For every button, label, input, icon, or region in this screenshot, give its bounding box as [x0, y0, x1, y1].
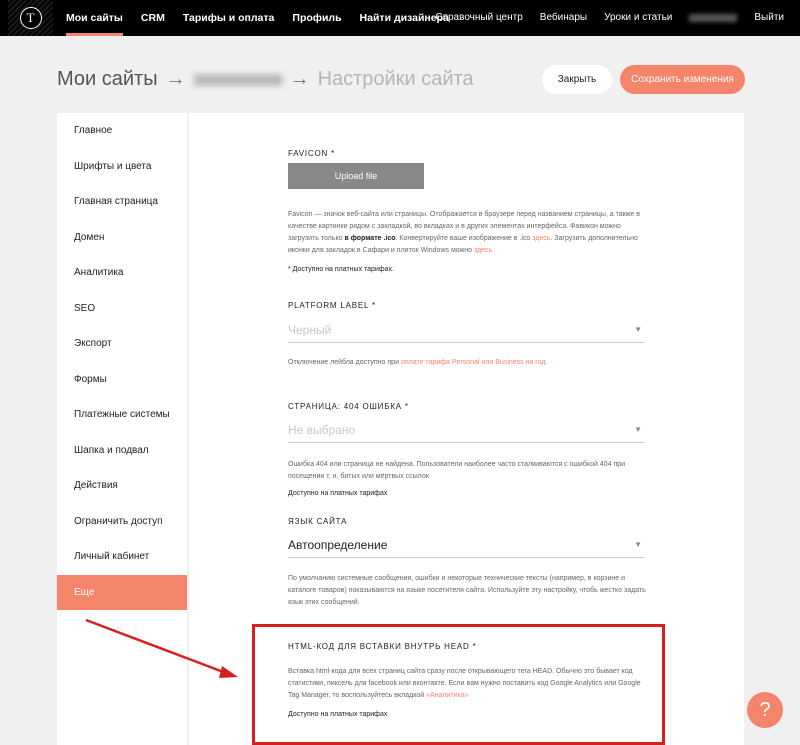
sidebar-item-fonts-colors[interactable]: Шрифты и цвета — [57, 149, 187, 185]
nav-left: Мои сайты CRM Тарифы и оплата Профиль На… — [66, 0, 467, 36]
sidebar-item-domain[interactable]: Домен — [57, 220, 187, 256]
nav-logout[interactable]: Выйти — [754, 0, 784, 36]
breadcrumb-arrow-icon: → — [289, 68, 310, 90]
language-value: Автоопределение — [288, 537, 388, 552]
sidebar-item-personal-account[interactable]: Личный кабинет — [57, 539, 187, 575]
platform-label-description: Отключение лейбла доступно при оплате та… — [288, 359, 548, 366]
blurred-username — [689, 14, 738, 22]
page404-select[interactable]: Не выбрано ▼ — [288, 417, 644, 443]
favicon-description: Favicon — значок веб-сайта или страницы.… — [288, 211, 640, 254]
favicon-note: * Доступно на платных тарифах. — [288, 266, 394, 273]
language-description: По умолчанию системные сообщения, ошибки… — [288, 575, 646, 606]
breadcrumb-my-sites[interactable]: Мои сайты — [57, 68, 158, 91]
sidebar-item-more[interactable]: Еще — [57, 574, 187, 610]
breadcrumb-blurred-site-name[interactable] — [193, 73, 282, 86]
top-navigation: T Мои сайты CRM Тарифы и оплата Профиль … — [0, 0, 800, 36]
sidebar-item-actions[interactable]: Действия — [57, 468, 187, 504]
sidebar-item-export[interactable]: Экспорт — [57, 326, 187, 362]
tilda-logo[interactable]: T — [8, 0, 53, 36]
nav-crm[interactable]: CRM — [141, 0, 165, 36]
upload-file-button[interactable]: Upload file — [288, 163, 424, 189]
nav-plans[interactable]: Тарифы и оплата — [183, 0, 275, 36]
page404-description: Ошибка 404 или страница не найдена. Поль… — [288, 461, 626, 480]
breadcrumb: Мои сайты → → Настройки сайта — [57, 68, 474, 91]
save-changes-button[interactable]: Сохранить изменения — [620, 65, 745, 94]
page404-note: Доступно на платных тарифах — [288, 490, 388, 497]
sidebar-item-forms[interactable]: Формы — [57, 362, 187, 398]
sidebar-item-header-footer[interactable]: Шапка и подвал — [57, 433, 187, 469]
nav-profile[interactable]: Профиль — [292, 0, 341, 36]
nav-webinars[interactable]: Вебинары — [540, 0, 587, 36]
nav-my-sites[interactable]: Мои сайты — [66, 0, 123, 36]
chevron-down-icon: ▼ — [634, 540, 642, 549]
settings-sidebar: Главное Шрифты и цвета Главная страница … — [57, 113, 187, 745]
breadcrumb-current: Настройки сайта — [317, 68, 474, 90]
annotation-highlight-box — [252, 624, 665, 745]
language-label: ЯЗЫК САЙТА — [288, 517, 348, 526]
platform-label-select[interactable]: Черный ▼ — [288, 317, 644, 343]
close-button[interactable]: Закрыть — [542, 65, 612, 94]
chevron-down-icon: ▼ — [634, 325, 642, 334]
page404-value: Не выбрано — [288, 422, 356, 437]
nav-lessons[interactable]: Уроки и статьи — [604, 0, 672, 36]
sidebar-item-home-page[interactable]: Главная страница — [57, 184, 187, 220]
language-select[interactable]: Автоопределение ▼ — [288, 532, 644, 558]
sidebar-item-main[interactable]: Главное — [57, 113, 187, 149]
sidebar-item-analytics[interactable]: Аналитика — [57, 255, 187, 291]
convert-ico-link[interactable]: здесь — [532, 235, 550, 242]
sidebar-item-seo[interactable]: SEO — [57, 291, 187, 327]
breadcrumb-arrow-icon: → — [165, 68, 186, 90]
nav-right: Справочный центр Вебинары Уроки и статьи… — [418, 0, 784, 36]
platform-label-label: PLATFORM LABEL * — [288, 301, 376, 310]
nav-help-center[interactable]: Справочный центр — [435, 0, 522, 36]
extra-icons-link[interactable]: здесь — [474, 247, 492, 254]
platform-label-value: Черный — [288, 322, 332, 337]
help-button[interactable]: ? — [747, 692, 783, 728]
sidebar-item-payment-systems[interactable]: Платежные системы — [57, 397, 187, 433]
logo-icon: T — [19, 7, 42, 29]
chevron-down-icon: ▼ — [634, 425, 642, 434]
favicon-label: FAVICON * — [288, 149, 336, 158]
plan-payment-link[interactable]: оплате тарифа Personal или Business на г… — [401, 359, 548, 366]
page404-label: СТРАНИЦА: 404 ОШИБКА * — [288, 402, 409, 411]
sidebar-item-restrict-access[interactable]: Ограничить доступ — [57, 504, 187, 540]
